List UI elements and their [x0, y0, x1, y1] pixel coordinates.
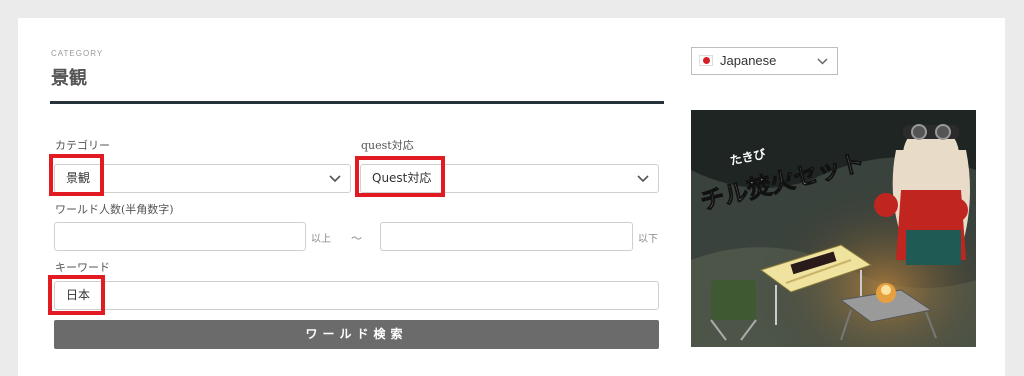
highlight-box: [355, 156, 445, 197]
title-divider: [50, 101, 664, 104]
quest-label: quest対応: [361, 139, 414, 152]
language-select[interactable]: Japanese: [691, 47, 838, 75]
keyword-input[interactable]: 日本: [54, 281, 659, 310]
highlight-box: [48, 275, 105, 315]
chevron-down-icon: [637, 175, 649, 183]
banner-illustration: たきび チル焚火セット: [691, 110, 976, 347]
page-title: 景観: [51, 68, 87, 89]
chevron-down-icon: [329, 175, 341, 183]
world-count-label: ワールド人数(半角数字): [55, 203, 174, 216]
language-select-value: Japanese: [720, 53, 777, 68]
world-count-min-unit: 以上: [311, 234, 331, 245]
world-count-max-input[interactable]: [380, 222, 633, 251]
category-caption: CATEGORY: [51, 49, 104, 58]
campfire-set-banner[interactable]: たきび チル焚火セット: [691, 110, 976, 347]
range-separator: 〜: [351, 232, 362, 245]
world-count-max-unit: 以下: [638, 234, 658, 245]
category-label: カテゴリー: [55, 139, 110, 152]
japan-flag-icon: [699, 55, 713, 66]
highlight-box: [49, 154, 104, 196]
world-count-min-input[interactable]: [54, 222, 306, 251]
chevron-down-icon: [817, 58, 828, 65]
keyword-label: キーワード: [55, 261, 110, 274]
world-search-button[interactable]: ワールド検索: [54, 320, 659, 349]
